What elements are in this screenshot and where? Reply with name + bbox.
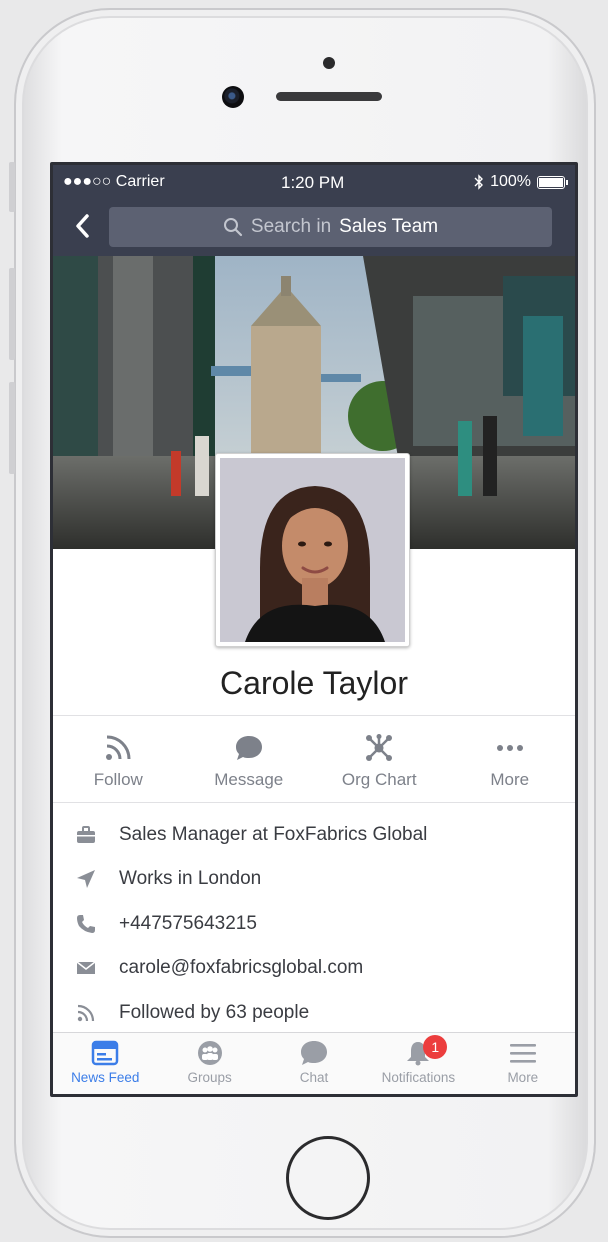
rss-icon <box>77 1004 95 1022</box>
follow-button[interactable]: Follow <box>53 718 184 803</box>
proximity-sensor <box>323 57 335 69</box>
hamburger-icon <box>509 1044 536 1063</box>
org-chart-label: Org Chart <box>341 770 417 789</box>
detail-phone[interactable]: +447575643215 <box>53 902 575 946</box>
tab-label: Groups <box>187 1070 232 1085</box>
carrier-label: ●●●○○ Carrier <box>63 173 165 190</box>
tab-more[interactable]: More <box>471 1033 575 1094</box>
org-chart-icon <box>366 734 393 761</box>
divider <box>53 715 575 716</box>
news-feed-icon <box>91 1040 119 1066</box>
detail-text: Followed by 63 people <box>119 1002 310 1023</box>
detail-email[interactable]: carole@foxfabricsglobal.com <box>53 946 575 990</box>
rss-icon <box>106 735 131 760</box>
tab-groups[interactable]: Groups <box>157 1033 261 1094</box>
envelope-icon <box>76 961 96 974</box>
battery-percent: 100% <box>490 173 531 190</box>
volume-down-button <box>9 382 15 474</box>
tab-chat[interactable]: Chat <box>262 1033 366 1094</box>
tab-news-feed[interactable]: News Feed <box>53 1033 157 1094</box>
detail-text: Works in London <box>119 868 262 889</box>
app-screen: ●●●○○ Carrier 1:20 PM 100% Search in Sal… <box>50 162 578 1097</box>
location-arrow-icon <box>77 870 95 888</box>
detail-location: Works in London <box>53 857 575 901</box>
detail-text: +447575643215 <box>119 913 257 934</box>
status-bar: ●●●○○ Carrier 1:20 PM 100% <box>53 165 575 199</box>
detail-followers[interactable]: Followed by 63 people <box>53 991 575 1035</box>
search-icon <box>223 218 242 237</box>
tab-label: News Feed <box>71 1070 140 1085</box>
bluetooth-icon <box>474 174 484 190</box>
back-chevron-icon[interactable] <box>71 211 95 241</box>
notification-badge: 1 <box>423 1035 448 1059</box>
avatar <box>220 458 405 642</box>
tab-label: More <box>507 1070 539 1085</box>
mute-switch <box>9 162 15 212</box>
message-button[interactable]: Message <box>184 718 315 803</box>
profile-name: Carole Taylor <box>220 665 408 701</box>
message-label: Message <box>214 770 284 789</box>
tab-label: Chat <box>299 1070 329 1085</box>
tab-notifications[interactable]: 1 Notifications <box>366 1033 470 1094</box>
home-button[interactable] <box>286 1136 370 1220</box>
detail-text: Sales Manager at FoxFabrics Global <box>119 824 428 845</box>
tab-bar: News Feed Groups Chat 1 Notifications Mo… <box>53 1032 575 1094</box>
status-right: 100% <box>474 173 568 191</box>
search-scope: Sales Team <box>339 216 439 237</box>
chat-bubble-icon <box>235 736 262 760</box>
phone-icon <box>77 915 95 933</box>
follow-label: Follow <box>93 770 143 789</box>
briefcase-icon <box>77 826 95 843</box>
navigation-header: ●●●○○ Carrier 1:20 PM 100% Search in Sal… <box>53 165 575 256</box>
chat-icon <box>301 1041 328 1065</box>
org-chart-button[interactable]: Org Chart <box>314 718 445 803</box>
more-actions-button[interactable]: More <box>445 718 576 803</box>
profile-actions: Follow Message Org Chart More <box>53 718 575 803</box>
detail-text: carole@foxfabricsglobal.com <box>119 957 364 978</box>
front-camera <box>222 86 244 108</box>
clock: 1:20 PM <box>281 173 345 192</box>
earpiece-speaker <box>276 92 382 101</box>
battery-icon <box>537 175 568 189</box>
search-placeholder: Search in <box>250 216 332 237</box>
volume-up-button <box>9 268 15 360</box>
search-input[interactable]: Search in Sales Team <box>109 207 552 247</box>
groups-icon <box>197 1041 222 1065</box>
more-label: More <box>490 770 530 789</box>
tab-label: Notifications <box>381 1070 456 1085</box>
ellipsis-icon <box>496 745 523 751</box>
detail-job-title: Sales Manager at FoxFabrics Global <box>53 813 575 857</box>
profile-photo[interactable] <box>215 453 410 647</box>
divider <box>53 802 575 803</box>
